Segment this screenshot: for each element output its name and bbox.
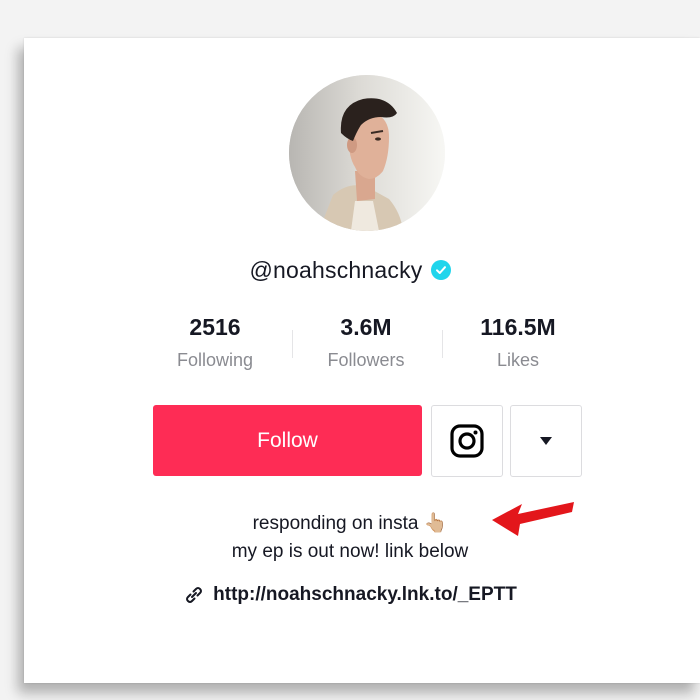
stat-followers[interactable]: 3.6M Followers [291,312,441,372]
stat-label: Likes [496,350,540,370]
more-options-button[interactable] [510,405,582,477]
stat-value: 2516 [189,314,241,340]
stat-label: Followers [327,350,405,370]
username-row: @noahschnacky [0,253,700,287]
username: @noahschnacky [249,256,423,283]
profile-link-url[interactable]: http://noahschnacky.lnk.to/_EPTT [213,584,517,606]
instagram-icon [450,424,484,458]
caret-down-icon [540,437,552,445]
stat-label: Following [176,350,254,370]
stat-likes[interactable]: 116.5M Likes [443,312,593,372]
link-icon [186,587,203,603]
annotation-arrow-icon [492,502,574,536]
stat-value: 3.6M [340,314,392,340]
instagram-button[interactable] [431,405,503,477]
bio-line-2: my ep is out now! link below [231,541,469,562]
stat-following[interactable]: 2516 Following [140,312,290,372]
avatar[interactable] [289,75,445,231]
verified-badge-icon [430,260,451,280]
bio-line-1: responding on insta 👆🏼 [252,513,448,534]
profile-link[interactable]: http://noahschnacky.lnk.to/_EPTT [0,581,700,609]
follow-button[interactable]: Follow [153,405,422,476]
stat-value: 116.5M [480,314,556,340]
